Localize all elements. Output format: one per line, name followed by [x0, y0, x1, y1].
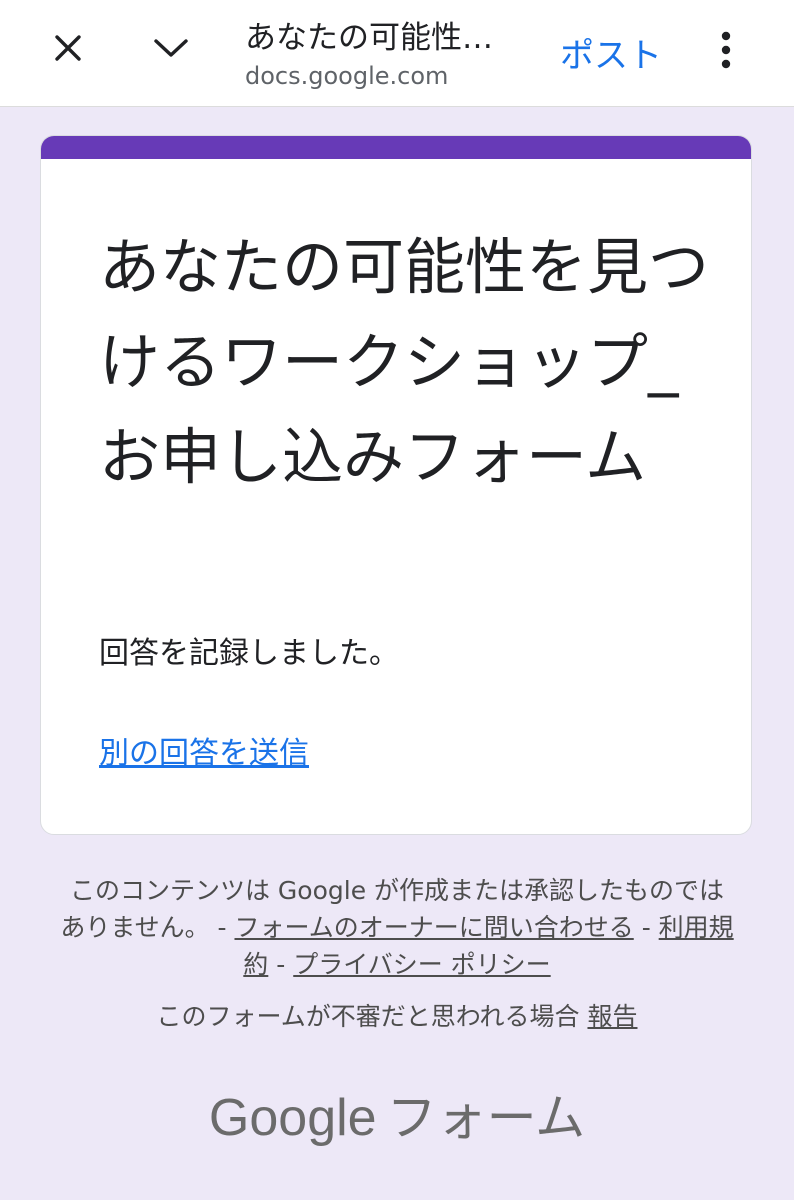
card-accent-bar [41, 136, 751, 159]
form-card: あなたの可能性を見つけるワークショップ_お申し込みフォーム 回答を記録しました。… [40, 135, 752, 835]
separator: - [268, 950, 294, 979]
contact-owner-link[interactable]: フォームのオーナーに問い合わせる [234, 913, 633, 942]
close-icon[interactable] [46, 26, 90, 70]
submit-another-link[interactable]: 別の回答を送信 [99, 728, 309, 772]
page-url: docs.google.com [245, 62, 449, 90]
disclaimer: このコンテンツは Google が作成または承認したものではありません。 - フ… [60, 872, 734, 983]
brand-google: Google [208, 1089, 377, 1147]
more-vert-icon[interactable] [708, 28, 744, 72]
google-forms-logo[interactable]: Google フォーム [0, 1078, 794, 1150]
separator: - [633, 913, 659, 942]
privacy-link[interactable]: プライバシー ポリシー [293, 950, 550, 979]
page-title: あなたの可能性… [245, 20, 493, 56]
browser-toolbar: あなたの可能性… docs.google.com ポスト [0, 0, 794, 107]
chevron-down-icon[interactable] [148, 26, 194, 70]
brand-forms: フォーム [386, 1089, 586, 1147]
confirmation-message: 回答を記録しました。 [99, 636, 399, 671]
report-link[interactable]: 報告 [587, 1002, 637, 1031]
form-title: あなたの可能性を見つけるワークショップ_お申し込みフォーム [99, 232, 710, 493]
page-info[interactable]: あなたの可能性… docs.google.com [245, 8, 545, 98]
post-button[interactable]: ポスト [560, 28, 662, 77]
report-line: このフォームが不審だと思われる場合 報告 [60, 998, 734, 1035]
report-text: このフォームが不審だと思われる場合 [156, 1002, 580, 1031]
